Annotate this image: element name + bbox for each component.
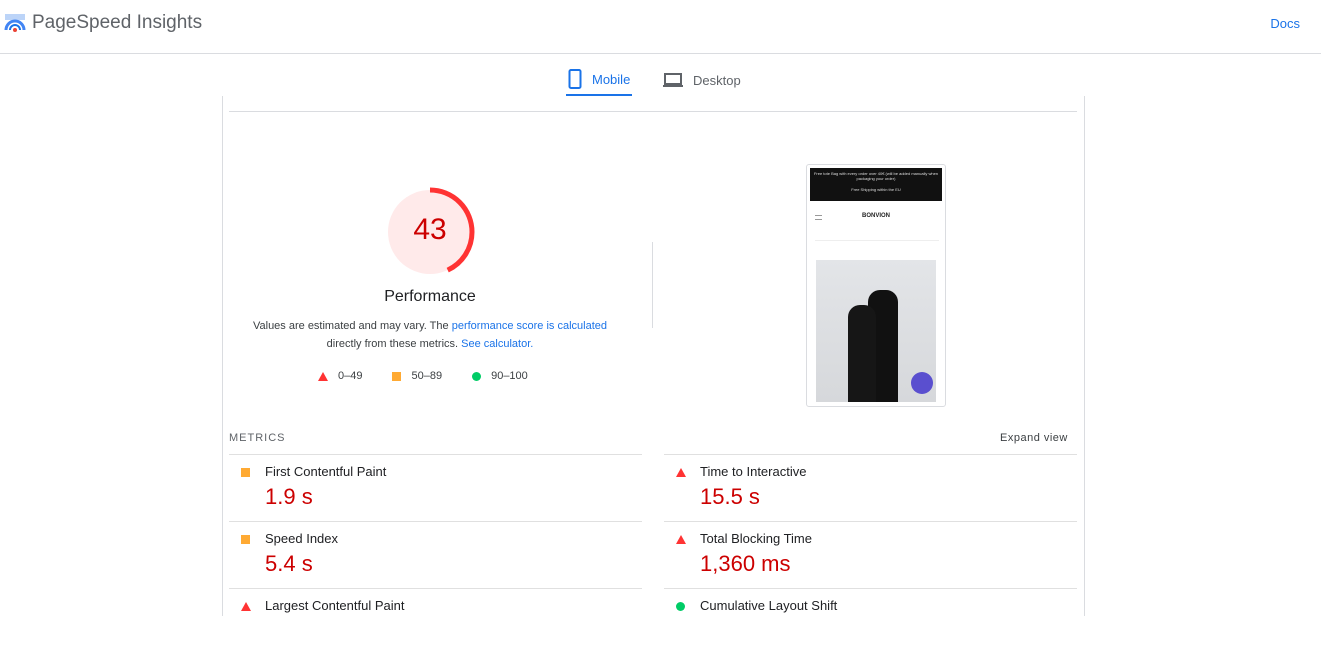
- metric-item: Total Blocking Time 1,360 ms: [664, 521, 1077, 588]
- legend-range: 90–100: [491, 370, 528, 382]
- tab-mobile[interactable]: Mobile: [566, 64, 632, 96]
- metric-name: Cumulative Layout Shift: [700, 598, 838, 613]
- triangle-icon: [676, 468, 686, 477]
- divider: [815, 240, 939, 241]
- performance-label: Performance: [384, 288, 476, 305]
- page-screenshot: Free tote Bag with every order over 40€ …: [806, 164, 946, 407]
- tab-desktop[interactable]: Desktop: [663, 64, 741, 96]
- header: PageSpeed Insights Docs: [0, 0, 1321, 54]
- metric-item: Cumulative Layout Shift: [664, 588, 1077, 655]
- banner-text: Free tote Bag with every order over 40€ …: [813, 171, 939, 181]
- phone-icon: [568, 69, 582, 89]
- metric-value: 1.9 s: [265, 484, 313, 509]
- screenshot-banner: Free tote Bag with every order over 40€ …: [810, 168, 942, 201]
- performance-score-link[interactable]: performance score is calculated: [452, 320, 607, 332]
- metric-name: Largest Contentful Paint: [265, 598, 405, 613]
- desc-text-2: directly from these metrics.: [326, 338, 462, 350]
- pagespeed-logo-icon: [4, 14, 26, 32]
- metric-name: Total Blocking Time: [700, 531, 812, 546]
- metric-item: Speed Index 5.4 s: [229, 521, 642, 588]
- square-icon: [241, 535, 250, 544]
- metric-name: First Contentful Paint: [265, 464, 387, 479]
- tab-mobile-label: Mobile: [592, 71, 631, 87]
- metric-name: Time to Interactive: [700, 464, 807, 479]
- metric-name: Speed Index: [265, 531, 339, 546]
- circle-icon: [472, 371, 482, 381]
- legend-pass: 90–100: [472, 370, 528, 382]
- circle-icon: [676, 602, 685, 611]
- docs-link[interactable]: Docs: [1270, 16, 1300, 31]
- hero-image: [816, 260, 936, 402]
- score-description: Values are estimated and may vary. The p…: [240, 317, 620, 353]
- score-legend: 0–49 50–89 90–100: [318, 370, 558, 382]
- triangle-icon: [241, 602, 251, 611]
- legend-average: 50–89: [392, 370, 442, 382]
- vertical-divider: [652, 242, 653, 328]
- laptop-icon: [663, 73, 683, 87]
- metric-item: First Contentful Paint 1.9 s: [229, 454, 642, 521]
- divider: [229, 111, 1077, 112]
- legend-range: 50–89: [411, 370, 443, 382]
- tab-desktop-label: Desktop: [693, 72, 741, 88]
- app-title: PageSpeed Insights: [32, 12, 203, 33]
- metrics-heading: METRICS: [229, 432, 286, 444]
- triangle-icon: [318, 371, 328, 381]
- metric-value: 1,360 ms: [700, 551, 791, 576]
- banner-shipping: Free Shipping within the EU: [851, 187, 901, 192]
- expand-view-button[interactable]: Expand view: [1000, 432, 1068, 444]
- square-icon: [392, 371, 402, 381]
- see-calculator-link[interactable]: See calculator.: [461, 338, 533, 350]
- metric-value: 15.5 s: [700, 484, 760, 509]
- square-icon: [241, 468, 250, 477]
- desc-text-1: Values are estimated and may vary. The: [252, 320, 452, 332]
- legend-fail: 0–49: [318, 370, 362, 382]
- triangle-icon: [676, 535, 686, 544]
- performance-score: 43: [413, 213, 447, 246]
- metric-item: Time to Interactive 15.5 s: [664, 454, 1077, 521]
- metric-value: 5.4 s: [265, 551, 313, 576]
- metric-item: Largest Contentful Paint: [229, 588, 642, 655]
- gift-icon: [911, 372, 933, 394]
- legend-range: 0–49: [338, 370, 363, 382]
- site-brand: BONVION: [861, 213, 890, 219]
